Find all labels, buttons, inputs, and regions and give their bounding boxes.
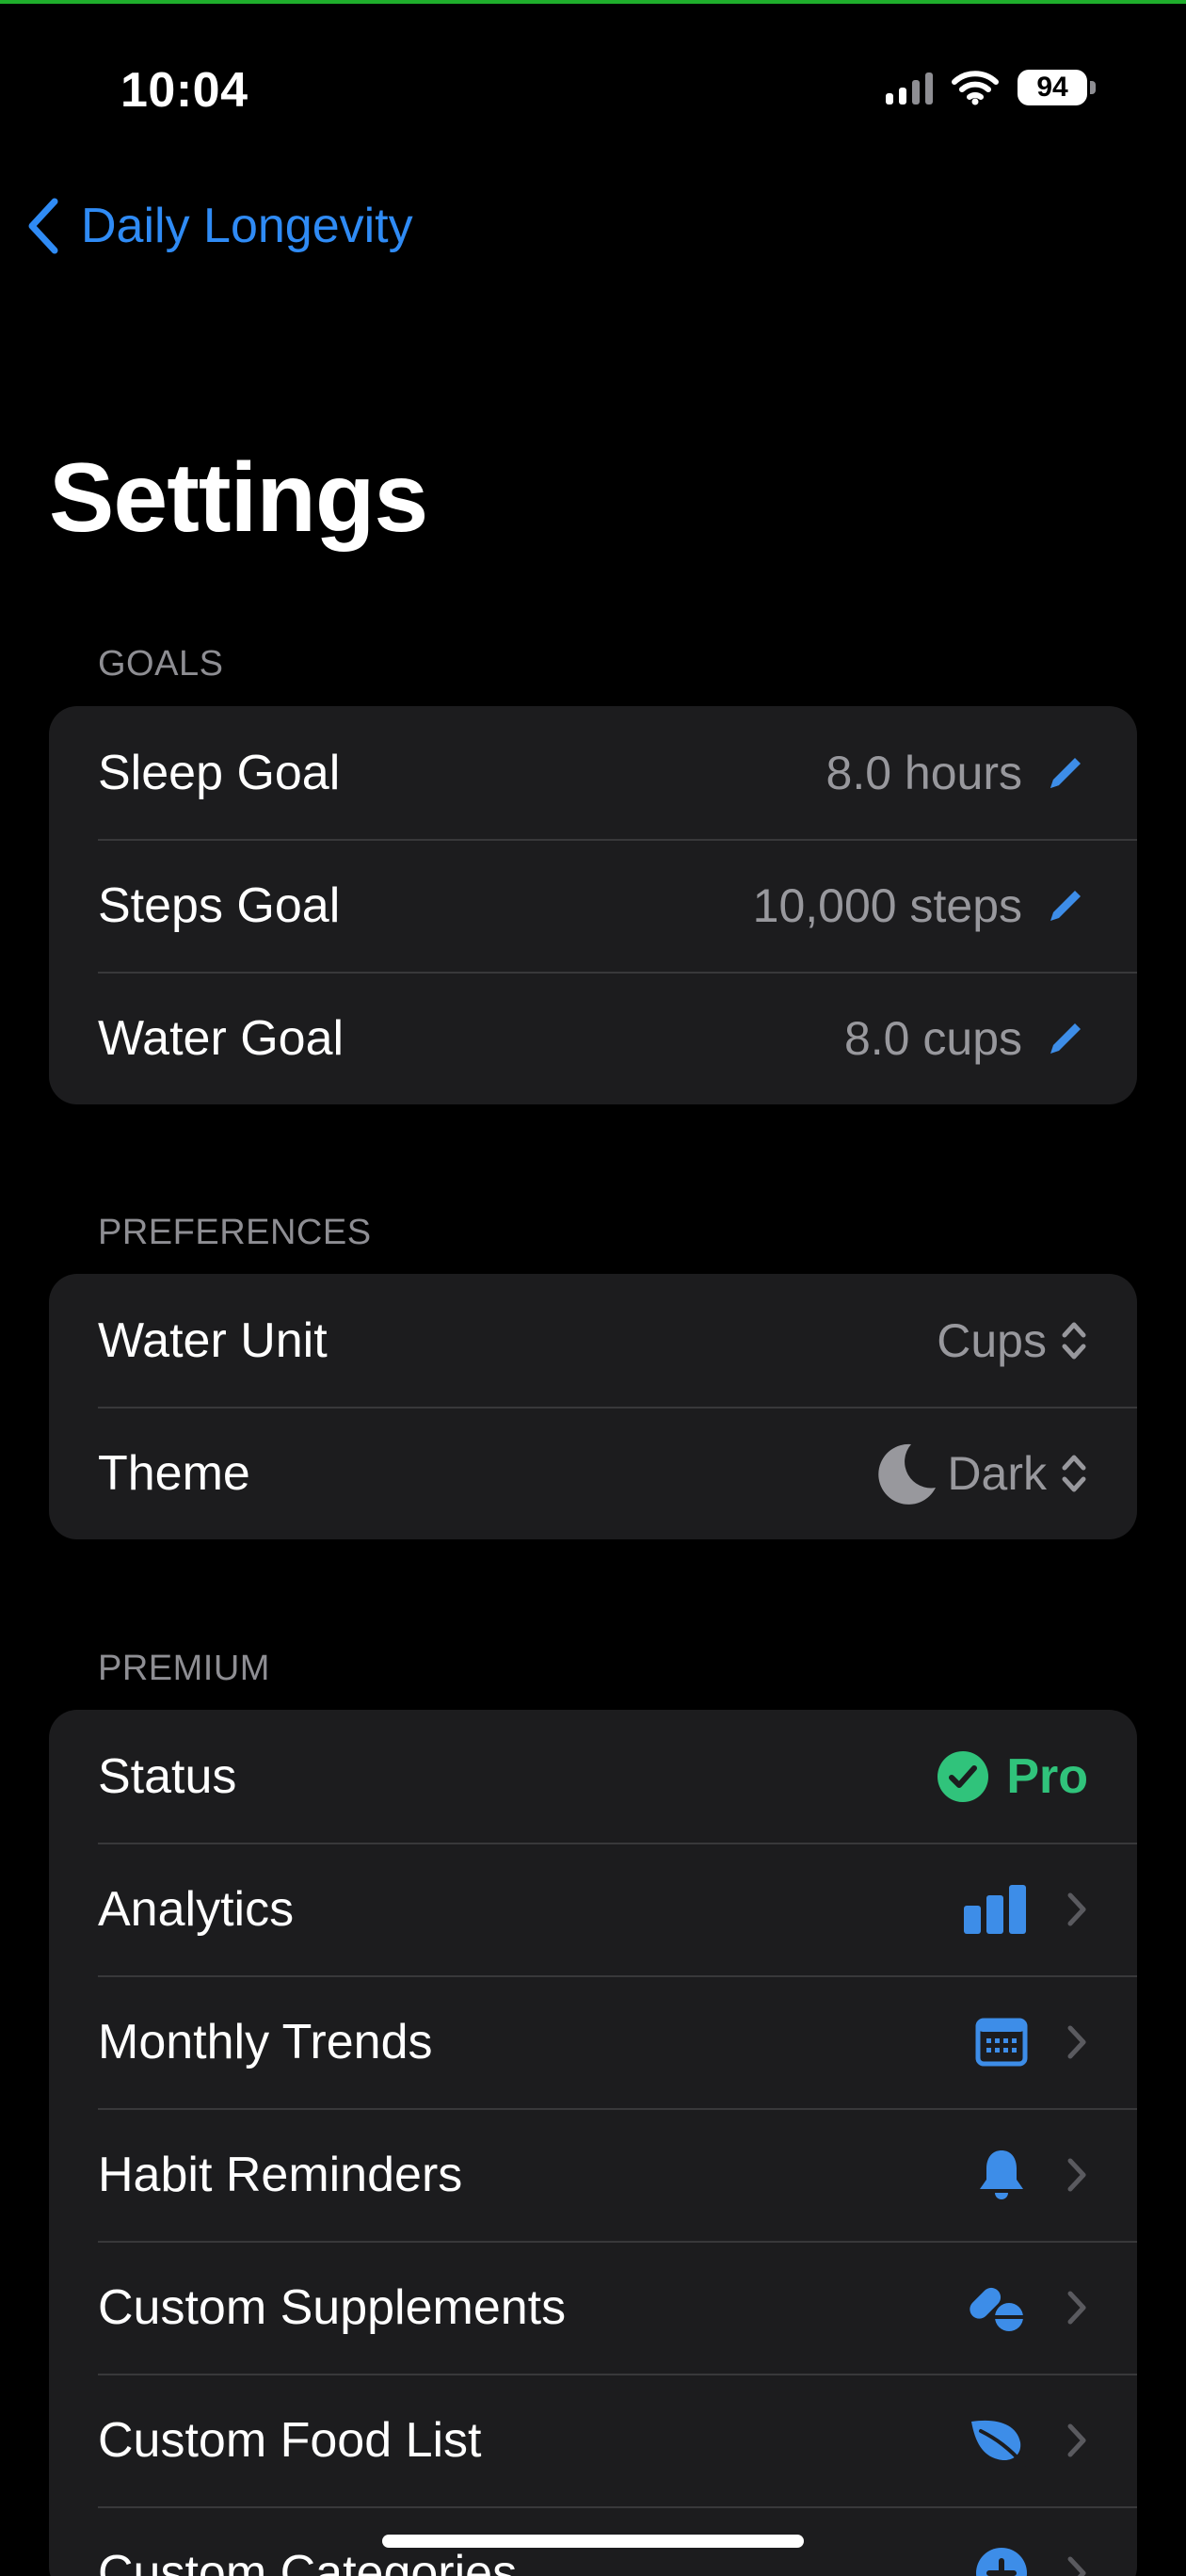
row-label: Status bbox=[98, 1748, 237, 1804]
chevron-right-icon bbox=[1066, 2422, 1088, 2459]
chevron-right-icon bbox=[1066, 2554, 1088, 2576]
status-bar-right: 94 bbox=[886, 70, 1096, 105]
custom-food-list-row[interactable]: Custom Food List bbox=[49, 2374, 1137, 2506]
row-label: Analytics bbox=[98, 1881, 295, 1937]
sleep-goal-value: 8.0 hours bbox=[825, 746, 1022, 799]
row-label: Steps Goal bbox=[98, 877, 341, 933]
bar-chart-icon bbox=[962, 1883, 1028, 1936]
pills-icon bbox=[966, 2281, 1028, 2334]
row-label: Sleep Goal bbox=[98, 745, 341, 800]
steps-goal-value: 10,000 steps bbox=[752, 878, 1022, 932]
water-unit-value: Cups bbox=[937, 1313, 1047, 1367]
pencil-icon[interactable] bbox=[1043, 883, 1088, 928]
pro-status-value: Pro bbox=[1006, 1748, 1088, 1804]
moon-icon bbox=[873, 1441, 939, 1506]
settings-screen: 10:04 94 Daily Longevity Settings GOALS … bbox=[0, 0, 1186, 2576]
water-unit-row[interactable]: Water Unit Cups bbox=[49, 1274, 1137, 1407]
leaf-icon bbox=[968, 2414, 1028, 2467]
checkmark-circle-icon bbox=[937, 1750, 989, 1803]
calendar-icon bbox=[975, 2018, 1028, 2067]
water-goal-value: 8.0 cups bbox=[843, 1011, 1022, 1065]
chevron-right-icon bbox=[1066, 1891, 1088, 1928]
plus-circle-icon bbox=[975, 2547, 1028, 2576]
goals-group: Sleep Goal 8.0 hours Steps Goal 10,000 s… bbox=[49, 706, 1137, 1104]
chevron-right-icon bbox=[1066, 2023, 1088, 2061]
bell-icon bbox=[975, 2148, 1028, 2202]
up-down-chevron-icon bbox=[1060, 1452, 1088, 1495]
wifi-icon bbox=[952, 70, 999, 105]
row-label: Custom Categories bbox=[98, 2545, 518, 2576]
section-header-premium: PREMIUM bbox=[98, 1649, 270, 1688]
row-label: Monthly Trends bbox=[98, 2014, 433, 2069]
battery-level: 94 bbox=[1018, 70, 1087, 105]
row-label: Custom Food List bbox=[98, 2412, 482, 2468]
top-accent-line bbox=[0, 0, 1186, 4]
monthly-trends-row[interactable]: Monthly Trends bbox=[49, 1975, 1137, 2108]
theme-value: Dark bbox=[947, 1446, 1047, 1500]
sleep-goal-row[interactable]: Sleep Goal 8.0 hours bbox=[49, 706, 1137, 839]
up-down-chevron-icon bbox=[1060, 1319, 1088, 1362]
pencil-icon[interactable] bbox=[1043, 750, 1088, 796]
custom-supplements-row[interactable]: Custom Supplements bbox=[49, 2241, 1137, 2374]
theme-row[interactable]: Theme Dark bbox=[49, 1407, 1137, 1539]
section-header-preferences: PREFERENCES bbox=[98, 1213, 372, 1252]
row-label: Theme bbox=[98, 1445, 250, 1501]
cellular-signal-icon bbox=[886, 71, 933, 105]
status-row: Status Pro bbox=[49, 1710, 1137, 1843]
back-button[interactable]: Daily Longevity bbox=[24, 198, 413, 254]
battery-icon: 94 bbox=[1018, 70, 1096, 105]
status-time: 10:04 bbox=[120, 63, 248, 118]
analytics-row[interactable]: Analytics bbox=[49, 1843, 1137, 1975]
habit-reminders-row[interactable]: Habit Reminders bbox=[49, 2108, 1137, 2241]
row-label: Water Unit bbox=[98, 1312, 328, 1368]
chevron-right-icon bbox=[1066, 2156, 1088, 2194]
page-title: Settings bbox=[49, 443, 428, 553]
chevron-left-icon bbox=[24, 198, 62, 254]
steps-goal-row[interactable]: Steps Goal 10,000 steps bbox=[49, 839, 1137, 972]
preferences-group: Water Unit Cups Theme Dark bbox=[49, 1274, 1137, 1539]
section-header-goals: GOALS bbox=[98, 644, 224, 684]
row-label: Water Goal bbox=[98, 1010, 345, 1066]
water-goal-row[interactable]: Water Goal 8.0 cups bbox=[49, 972, 1137, 1104]
pencil-icon[interactable] bbox=[1043, 1016, 1088, 1061]
row-label: Custom Supplements bbox=[98, 2279, 567, 2335]
back-button-label: Daily Longevity bbox=[81, 199, 413, 253]
premium-group: Status Pro Analytics Monthly Trends Habi… bbox=[49, 1710, 1137, 2576]
chevron-right-icon bbox=[1066, 2289, 1088, 2326]
home-indicator[interactable] bbox=[382, 2535, 804, 2548]
row-label: Habit Reminders bbox=[98, 2147, 463, 2202]
